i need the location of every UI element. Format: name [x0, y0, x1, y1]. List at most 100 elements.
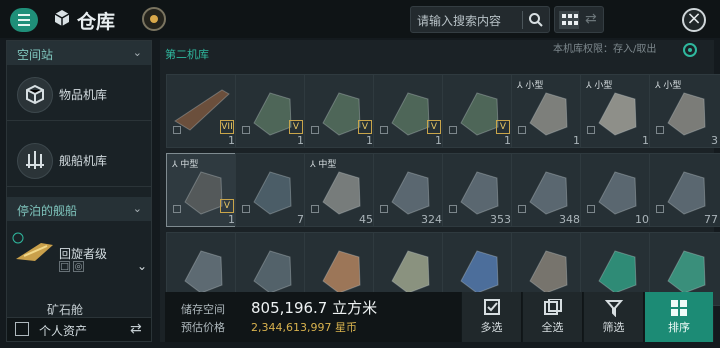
value-label: 预估价格 [181, 321, 225, 334]
docked-ships-label: 停泊的舰船 [17, 204, 78, 218]
item-slot[interactable]: V1 [373, 74, 445, 148]
tech-level-badge: V [358, 120, 372, 134]
view-toggle[interactable]: ⇄ [554, 6, 604, 33]
gear-icon[interactable] [681, 41, 699, 59]
item-state-icon [656, 205, 664, 213]
item-slot[interactable]: ⅄ 中型 45 [304, 153, 376, 227]
tech-level-badge: V [289, 120, 303, 134]
space-station-header[interactable]: 空间站 ⌄ [7, 41, 151, 65]
menu-button[interactable] [10, 8, 38, 32]
multi-select-label: 多选 [480, 321, 503, 334]
item-state-icon [242, 126, 250, 134]
space-station-label: 空间站 [17, 48, 54, 62]
estimated-value: 2,344,613,997 星币 [251, 321, 357, 334]
item-slot[interactable]: V1 [442, 74, 514, 148]
item-slot[interactable]: ⅄ 小型 1 [580, 74, 652, 148]
docked-ship-item[interactable]: 回旋者级 □ ◎ ⌄ [7, 231, 151, 275]
search-box[interactable]: 请输入搜索内容 [410, 6, 550, 33]
item-slot[interactable]: 324 [373, 153, 445, 227]
page-title: 仓库 [77, 11, 116, 33]
item-slot[interactable]: ⅄ 小型 1 [511, 74, 583, 148]
select-all-label: 全选 [541, 321, 564, 334]
item-slot[interactable]: V1 [304, 74, 376, 148]
tech-level-badge: V [496, 120, 510, 134]
target-icon[interactable] [142, 7, 166, 31]
personal-assets-label: 个人资产 [39, 324, 88, 338]
item-state-icon [449, 126, 457, 134]
chevron-down-icon: ⌄ [137, 259, 148, 273]
filter-button[interactable]: 筛选 [583, 292, 643, 342]
item-slot[interactable]: ⅄ 小型 3 [649, 74, 720, 148]
item-count: 1 [228, 213, 235, 226]
footer-bar: 储存空间 预估价格 805,196.7 立方米 2,344,613,997 星币… [165, 292, 713, 342]
ship-name: 回旋者级 [59, 247, 108, 261]
item-count: 324 [421, 213, 442, 226]
item-count: 10 [635, 213, 649, 226]
item-slot[interactable]: 77 [649, 153, 720, 227]
item-state-icon [173, 205, 181, 213]
item-state-icon [311, 126, 319, 134]
select-all-button[interactable]: 全选 [522, 292, 582, 342]
item-size: ⅄ 小型 [517, 81, 544, 91]
item-count: 1 [573, 134, 580, 147]
item-state-icon [449, 205, 457, 213]
close-button[interactable]: × [682, 8, 706, 32]
item-count: 1 [228, 134, 235, 147]
sidebar-item-item-hangar[interactable]: 物品机库 [7, 69, 151, 121]
item-slot[interactable]: V1 [235, 74, 307, 148]
tech-level-badge: V [220, 199, 234, 213]
warehouse-icon [54, 10, 70, 26]
docked-ships-header[interactable]: 停泊的舰船 ⌄ [7, 197, 151, 221]
search-input[interactable]: 请输入搜索内容 [417, 12, 501, 29]
item-state-icon [311, 205, 319, 213]
checkbox-icon [483, 299, 500, 315]
sidebar-item-ship-hangar[interactable]: 舰船机库 [7, 135, 151, 187]
item-slot[interactable]: ⅄ 中型 V 1 [166, 153, 238, 227]
item-slot[interactable]: 353 [442, 153, 514, 227]
hangar-name: 第二机库 [165, 48, 209, 61]
item-count: 7 [297, 213, 304, 226]
item-count: 353 [490, 213, 511, 226]
check-all-icon [543, 299, 562, 315]
chevron-down-icon: ⌄ [132, 46, 142, 59]
swap-icon[interactable]: ⇄ [130, 321, 142, 337]
cube-icon [17, 77, 53, 113]
chevron-down-icon: ⌄ [132, 202, 142, 215]
item-size: ⅄ 中型 [172, 160, 199, 170]
item-state-icon [380, 126, 388, 134]
sort-icon [671, 300, 687, 316]
item-state-icon [518, 126, 526, 134]
module-icon: ◎ [73, 261, 84, 272]
item-slot[interactable]: 7 [235, 153, 307, 227]
item-slot[interactable]: 10 [580, 153, 652, 227]
item-size: ⅄ 小型 [586, 81, 613, 91]
sort-label: 排序 [668, 321, 690, 334]
item-state-icon [587, 205, 595, 213]
item-count: 3 [711, 134, 718, 147]
item-state-icon [173, 126, 181, 134]
item-count: 1 [297, 134, 304, 147]
item-slot[interactable]: VII 1 [166, 74, 238, 148]
personal-assets-bar[interactable]: 个人资产 ⇄ [7, 317, 151, 341]
switch-view-icon[interactable]: ⇄ [585, 11, 597, 27]
item-count: 45 [359, 213, 373, 226]
item-count: 348 [559, 213, 580, 226]
item-count: 77 [704, 213, 718, 226]
search-icon[interactable] [528, 12, 544, 28]
storage-value: 805,196.7 立方米 [251, 299, 378, 317]
ship-icon [17, 143, 53, 179]
item-state-icon [242, 205, 250, 213]
item-state-icon [518, 205, 526, 213]
item-slot[interactable]: 348 [511, 153, 583, 227]
grid-view-icon[interactable] [559, 11, 579, 29]
sort-button[interactable]: 排序 [644, 292, 713, 342]
ship-thumbnail [12, 232, 53, 261]
item-count: 1 [366, 134, 373, 147]
top-bar: 仓库 请输入搜索内容 ⇄ × [0, 0, 720, 38]
multi-select-button[interactable]: 多选 [461, 292, 521, 342]
filter-label: 筛选 [602, 321, 625, 334]
search-divider [522, 11, 523, 29]
item-count: 1 [642, 134, 649, 147]
module-icon: □ [59, 261, 70, 272]
tech-level-badge: V [427, 120, 441, 134]
